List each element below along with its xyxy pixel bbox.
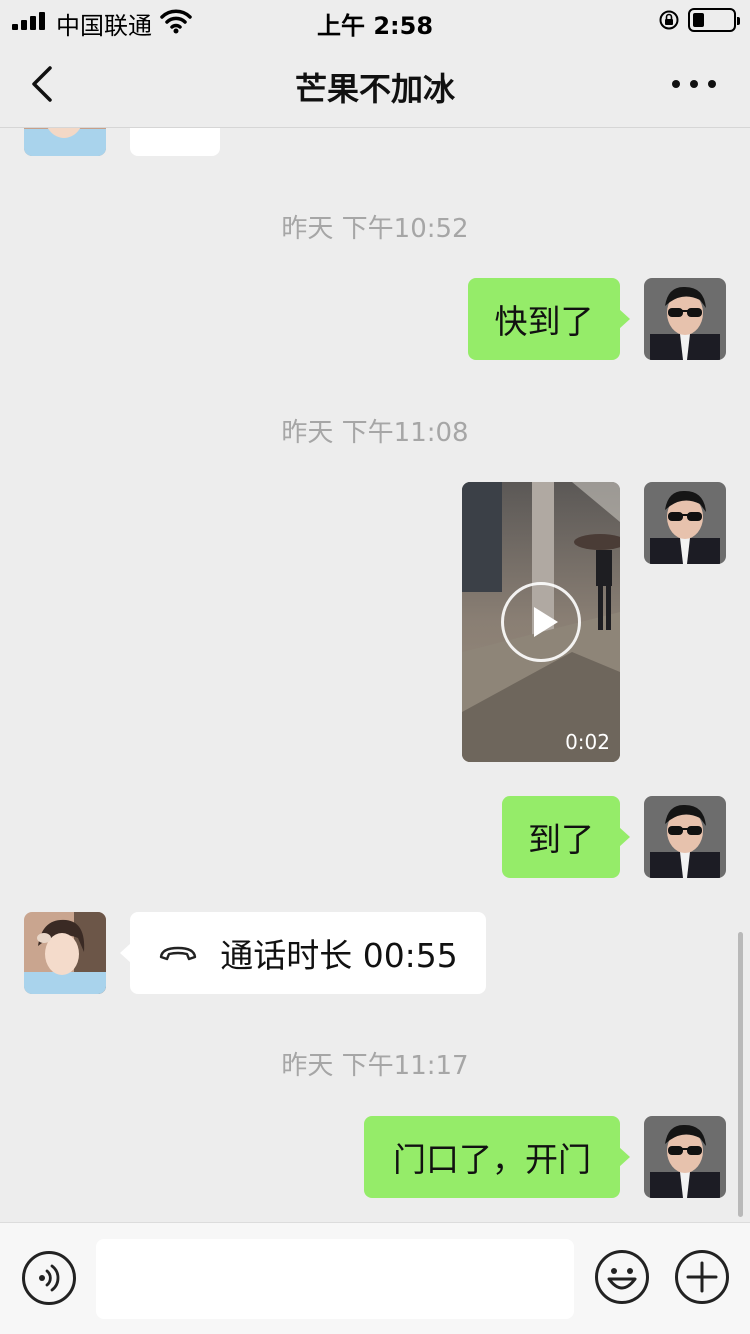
message-list[interactable]: 昨天 下午10:52 快到了 昨天 下午11:08 0:02 到了 通话时长 0… [0, 128, 750, 1222]
my-avatar[interactable] [644, 1116, 726, 1198]
message-bubble-sent[interactable]: 门口了，开门 [364, 1116, 630, 1198]
more-functions-button[interactable] [674, 1249, 730, 1305]
voice-input-button[interactable] [22, 1251, 76, 1305]
message-text: 门口了，开门 [393, 1140, 591, 1179]
message-text: 到了 [528, 820, 594, 859]
scrollbar[interactable] [738, 932, 743, 1217]
message-input[interactable] [96, 1239, 574, 1319]
navigation-bar: 芒果不加冰 [0, 42, 750, 128]
message-text: 快到了 [494, 302, 594, 341]
my-avatar[interactable] [644, 796, 726, 878]
status-time: 上午 2:58 [316, 12, 434, 40]
message-timestamp: 昨天 下午11:08 [281, 418, 469, 448]
battery-icon [688, 8, 740, 32]
phone-hangup-icon [160, 946, 197, 961]
play-icon[interactable] [501, 582, 581, 662]
call-record-bubble[interactable]: 通话时长 00:55 [120, 912, 486, 994]
my-avatar[interactable] [644, 482, 726, 564]
status-bar: 中国联通 上午 2:58 [0, 0, 750, 42]
chat-title: 芒果不加冰 [294, 70, 455, 108]
message-timestamp: 昨天 下午11:17 [281, 1051, 469, 1081]
more-options-button[interactable] [672, 70, 716, 98]
message-bubble-sent[interactable]: 到了 [502, 796, 630, 878]
contact-avatar[interactable] [24, 912, 106, 994]
message-timestamp: 昨天 下午10:52 [281, 214, 469, 244]
call-duration-text: 通话时长 00:55 [220, 936, 458, 975]
voice-icon [39, 1264, 60, 1292]
my-avatar[interactable] [644, 278, 726, 360]
chat-screen: 中国联通 上午 2:58 芒果不加冰 昨天 下午10:52 快到了 昨天 下午1… [0, 0, 750, 1334]
battery-level [693, 13, 704, 27]
message-bubble-received[interactable] [130, 128, 220, 156]
message-bubble-sent[interactable]: 快到了 [468, 278, 630, 360]
rotation-lock-icon [659, 10, 679, 30]
contact-avatar[interactable] [24, 128, 106, 156]
video-message[interactable]: 0:02 [462, 482, 620, 762]
emoji-button[interactable] [594, 1249, 650, 1305]
input-bar [0, 1222, 750, 1334]
video-duration: 0:02 [565, 730, 610, 754]
